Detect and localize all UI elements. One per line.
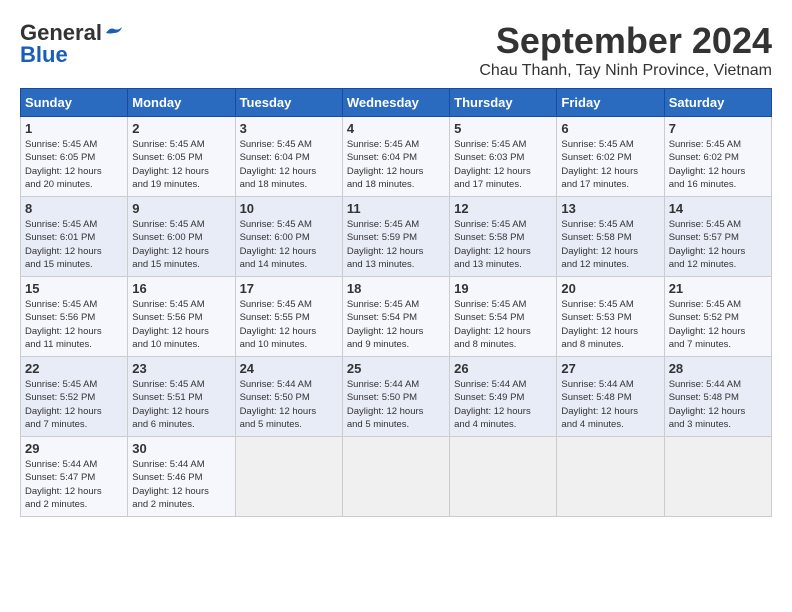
calendar-table: SundayMondayTuesdayWednesdayThursdayFrid… — [20, 88, 772, 517]
calendar-cell-29: 29Sunrise: 5:44 AMSunset: 5:47 PMDayligh… — [21, 437, 128, 517]
logo: General Blue — [20, 20, 124, 68]
header-thursday: Thursday — [450, 89, 557, 117]
calendar-cell-7: 7Sunrise: 5:45 AMSunset: 6:02 PMDaylight… — [664, 117, 771, 197]
calendar-cell-30: 30Sunrise: 5:44 AMSunset: 5:46 PMDayligh… — [128, 437, 235, 517]
calendar-cell-1: 1Sunrise: 5:45 AMSunset: 6:05 PMDaylight… — [21, 117, 128, 197]
calendar-cell-8: 8Sunrise: 5:45 AMSunset: 6:01 PMDaylight… — [21, 197, 128, 277]
header-monday: Monday — [128, 89, 235, 117]
calendar-cell-9: 9Sunrise: 5:45 AMSunset: 6:00 PMDaylight… — [128, 197, 235, 277]
calendar-cell-empty — [342, 437, 449, 517]
calendar-cell-3: 3Sunrise: 5:45 AMSunset: 6:04 PMDaylight… — [235, 117, 342, 197]
header: General Blue September 2024 Chau Thanh, … — [20, 20, 772, 80]
calendar-cell-20: 20Sunrise: 5:45 AMSunset: 5:53 PMDayligh… — [557, 277, 664, 357]
calendar-cell-16: 16Sunrise: 5:45 AMSunset: 5:56 PMDayligh… — [128, 277, 235, 357]
header-saturday: Saturday — [664, 89, 771, 117]
calendar-cell-28: 28Sunrise: 5:44 AMSunset: 5:48 PMDayligh… — [664, 357, 771, 437]
location-title: Chau Thanh, Tay Ninh Province, Vietnam — [479, 62, 772, 80]
calendar-cell-26: 26Sunrise: 5:44 AMSunset: 5:49 PMDayligh… — [450, 357, 557, 437]
calendar-cell-4: 4Sunrise: 5:45 AMSunset: 6:04 PMDaylight… — [342, 117, 449, 197]
calendar-cell-empty — [235, 437, 342, 517]
calendar-week-4: 22Sunrise: 5:45 AMSunset: 5:52 PMDayligh… — [21, 357, 772, 437]
calendar-cell-10: 10Sunrise: 5:45 AMSunset: 6:00 PMDayligh… — [235, 197, 342, 277]
calendar-cell-2: 2Sunrise: 5:45 AMSunset: 6:05 PMDaylight… — [128, 117, 235, 197]
calendar-cell-13: 13Sunrise: 5:45 AMSunset: 5:58 PMDayligh… — [557, 197, 664, 277]
calendar-cell-19: 19Sunrise: 5:45 AMSunset: 5:54 PMDayligh… — [450, 277, 557, 357]
logo-bird-icon — [104, 25, 124, 41]
calendar-cell-18: 18Sunrise: 5:45 AMSunset: 5:54 PMDayligh… — [342, 277, 449, 357]
calendar-cell-21: 21Sunrise: 5:45 AMSunset: 5:52 PMDayligh… — [664, 277, 771, 357]
header-sunday: Sunday — [21, 89, 128, 117]
calendar-cell-27: 27Sunrise: 5:44 AMSunset: 5:48 PMDayligh… — [557, 357, 664, 437]
calendar-week-3: 15Sunrise: 5:45 AMSunset: 5:56 PMDayligh… — [21, 277, 772, 357]
header-wednesday: Wednesday — [342, 89, 449, 117]
calendar-cell-5: 5Sunrise: 5:45 AMSunset: 6:03 PMDaylight… — [450, 117, 557, 197]
calendar-cell-17: 17Sunrise: 5:45 AMSunset: 5:55 PMDayligh… — [235, 277, 342, 357]
calendar-header-row: SundayMondayTuesdayWednesdayThursdayFrid… — [21, 89, 772, 117]
calendar-cell-23: 23Sunrise: 5:45 AMSunset: 5:51 PMDayligh… — [128, 357, 235, 437]
calendar-cell-empty — [450, 437, 557, 517]
calendar-cell-25: 25Sunrise: 5:44 AMSunset: 5:50 PMDayligh… — [342, 357, 449, 437]
calendar-cell-11: 11Sunrise: 5:45 AMSunset: 5:59 PMDayligh… — [342, 197, 449, 277]
calendar-cell-empty — [557, 437, 664, 517]
calendar-cell-12: 12Sunrise: 5:45 AMSunset: 5:58 PMDayligh… — [450, 197, 557, 277]
calendar-cell-24: 24Sunrise: 5:44 AMSunset: 5:50 PMDayligh… — [235, 357, 342, 437]
calendar-cell-14: 14Sunrise: 5:45 AMSunset: 5:57 PMDayligh… — [664, 197, 771, 277]
header-tuesday: Tuesday — [235, 89, 342, 117]
calendar-cell-6: 6Sunrise: 5:45 AMSunset: 6:02 PMDaylight… — [557, 117, 664, 197]
calendar-week-2: 8Sunrise: 5:45 AMSunset: 6:01 PMDaylight… — [21, 197, 772, 277]
calendar-cell-15: 15Sunrise: 5:45 AMSunset: 5:56 PMDayligh… — [21, 277, 128, 357]
calendar-week-1: 1Sunrise: 5:45 AMSunset: 6:05 PMDaylight… — [21, 117, 772, 197]
title-area: September 2024 Chau Thanh, Tay Ninh Prov… — [479, 20, 772, 80]
calendar-cell-22: 22Sunrise: 5:45 AMSunset: 5:52 PMDayligh… — [21, 357, 128, 437]
calendar-cell-empty — [664, 437, 771, 517]
calendar-week-5: 29Sunrise: 5:44 AMSunset: 5:47 PMDayligh… — [21, 437, 772, 517]
header-friday: Friday — [557, 89, 664, 117]
month-title: September 2024 — [479, 20, 772, 62]
logo-blue: Blue — [20, 42, 68, 68]
